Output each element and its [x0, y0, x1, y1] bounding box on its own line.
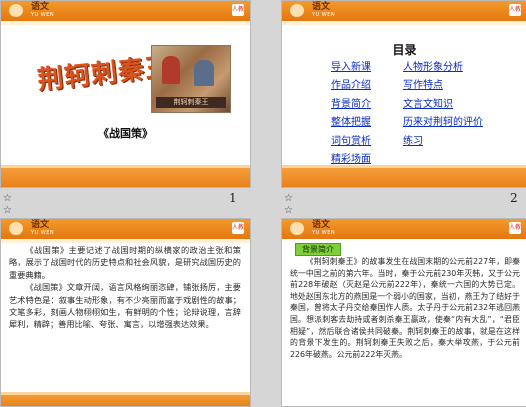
- toc-left-column: 导入新课 作品介绍 背景简介 整体把握 词句赏析 精彩场面: [331, 59, 371, 169]
- slide-number: 1: [229, 191, 237, 205]
- picture-caption: 荆轲刺秦王: [156, 97, 226, 108]
- header-title: 语文: [31, 220, 50, 230]
- slide-header: 语文 YU WEN 人教: [282, 219, 526, 239]
- slide-header: 语文 YU WEN 人教: [282, 1, 526, 21]
- book-title: 《战国策》: [98, 127, 153, 140]
- slide-2-thumbnail[interactable]: 语文 YU WEN 人教 目录 导入新课 作品介绍 背景简介 整体把握 词句赏析…: [281, 0, 526, 188]
- slide-3-thumbnail[interactable]: 语文 YU WEN 人教 《战国策》主要记述了战国时期的纵横家的政治主张和策略，…: [0, 218, 251, 407]
- badge-icon: 人教: [509, 4, 521, 16]
- logo-icon: [290, 4, 304, 17]
- paragraph: 《战国策》主要记述了战国时期的纵横家的政治主张和策略，展示了战国时代的历史特点和…: [9, 245, 241, 280]
- header-subtitle: YU WEN: [31, 12, 55, 18]
- slide-header: 语文 YU WEN 人教: [1, 1, 250, 21]
- header-band: [282, 21, 526, 25]
- illustration-picture: 荆轲刺秦王: [151, 45, 231, 113]
- toc-link[interactable]: 写作特点: [403, 77, 483, 95]
- logo-icon: [9, 4, 23, 17]
- section-tag: 背景简介: [295, 243, 341, 256]
- badge-icon: 人教: [509, 222, 521, 234]
- paragraph: 《战国策》文章开阔，语言风格绚丽恣肆，铺张扬厉，主要艺术特色是：叙事生动形象，有…: [9, 282, 241, 330]
- body-text: 《荆轲刺秦王》的故事发生在战国末期的公元前227年，即秦统一中国之前的第六年。当…: [290, 256, 520, 360]
- slide-marker-icon: ☆: [3, 193, 12, 204]
- header-band: [1, 239, 250, 243]
- body-text: 《战国策》主要记述了战国时期的纵横家的政治主张和策略，展示了战国时代的历史特点和…: [9, 244, 241, 331]
- logo-icon: [9, 222, 23, 235]
- toc-link[interactable]: 整体把握: [331, 114, 371, 132]
- slide-4-thumbnail[interactable]: 语文 YU WEN 人教 背景简介 《荆轲刺秦王》的故事发生在战国末期的公元前2…: [281, 218, 526, 407]
- slide-footer: [282, 165, 526, 187]
- toc-link[interactable]: 作品介绍: [331, 77, 371, 95]
- slide-header: 语文 YU WEN 人教: [1, 219, 250, 239]
- toc-link[interactable]: 导入新课: [331, 59, 371, 77]
- toc-title: 目录: [392, 43, 417, 57]
- slide-footer: [1, 165, 250, 187]
- toc-right-column: 人物形象分析 写作特点 文言文知识 历来对荆轲的评价 练习: [403, 59, 483, 151]
- toc-link[interactable]: 历来对荆轲的评价: [403, 114, 483, 132]
- header-subtitle: YU WEN: [312, 12, 336, 18]
- figure-shape: [194, 60, 214, 86]
- paragraph: 《荆轲刺秦王》的故事发生在战国末期的公元前227年，即秦统一中国之前的第六年。当…: [290, 257, 520, 359]
- logo-icon: [290, 222, 304, 235]
- toc-link[interactable]: 词句赏析: [331, 133, 371, 151]
- header-band: [1, 21, 250, 25]
- slide-footer: [1, 392, 250, 406]
- header-subtitle: YU WEN: [31, 230, 55, 236]
- toc-link[interactable]: 文言文知识: [403, 96, 483, 114]
- slide-marker-icon: ☆: [3, 205, 12, 216]
- badge-icon: 人教: [232, 4, 244, 16]
- toc-link[interactable]: 练习: [403, 133, 483, 151]
- header-title: 语文: [312, 2, 331, 12]
- slide-1-thumbnail[interactable]: 语文 YU WEN 人教 荆轲刺秦王 荆轲刺秦王 《战国策》: [0, 0, 251, 188]
- header-title: 语文: [31, 2, 50, 12]
- badge-icon: 人教: [232, 222, 244, 234]
- slide-marker-icon: ☆: [284, 205, 293, 216]
- header-subtitle: YU WEN: [312, 230, 336, 236]
- slide-number: 2: [510, 191, 518, 205]
- toc-link[interactable]: 背景简介: [331, 96, 371, 114]
- figure-shape: [162, 56, 180, 84]
- toc-link[interactable]: 人物形象分析: [403, 59, 483, 77]
- header-title: 语文: [312, 220, 331, 230]
- slide-marker-icon: ☆: [284, 193, 293, 204]
